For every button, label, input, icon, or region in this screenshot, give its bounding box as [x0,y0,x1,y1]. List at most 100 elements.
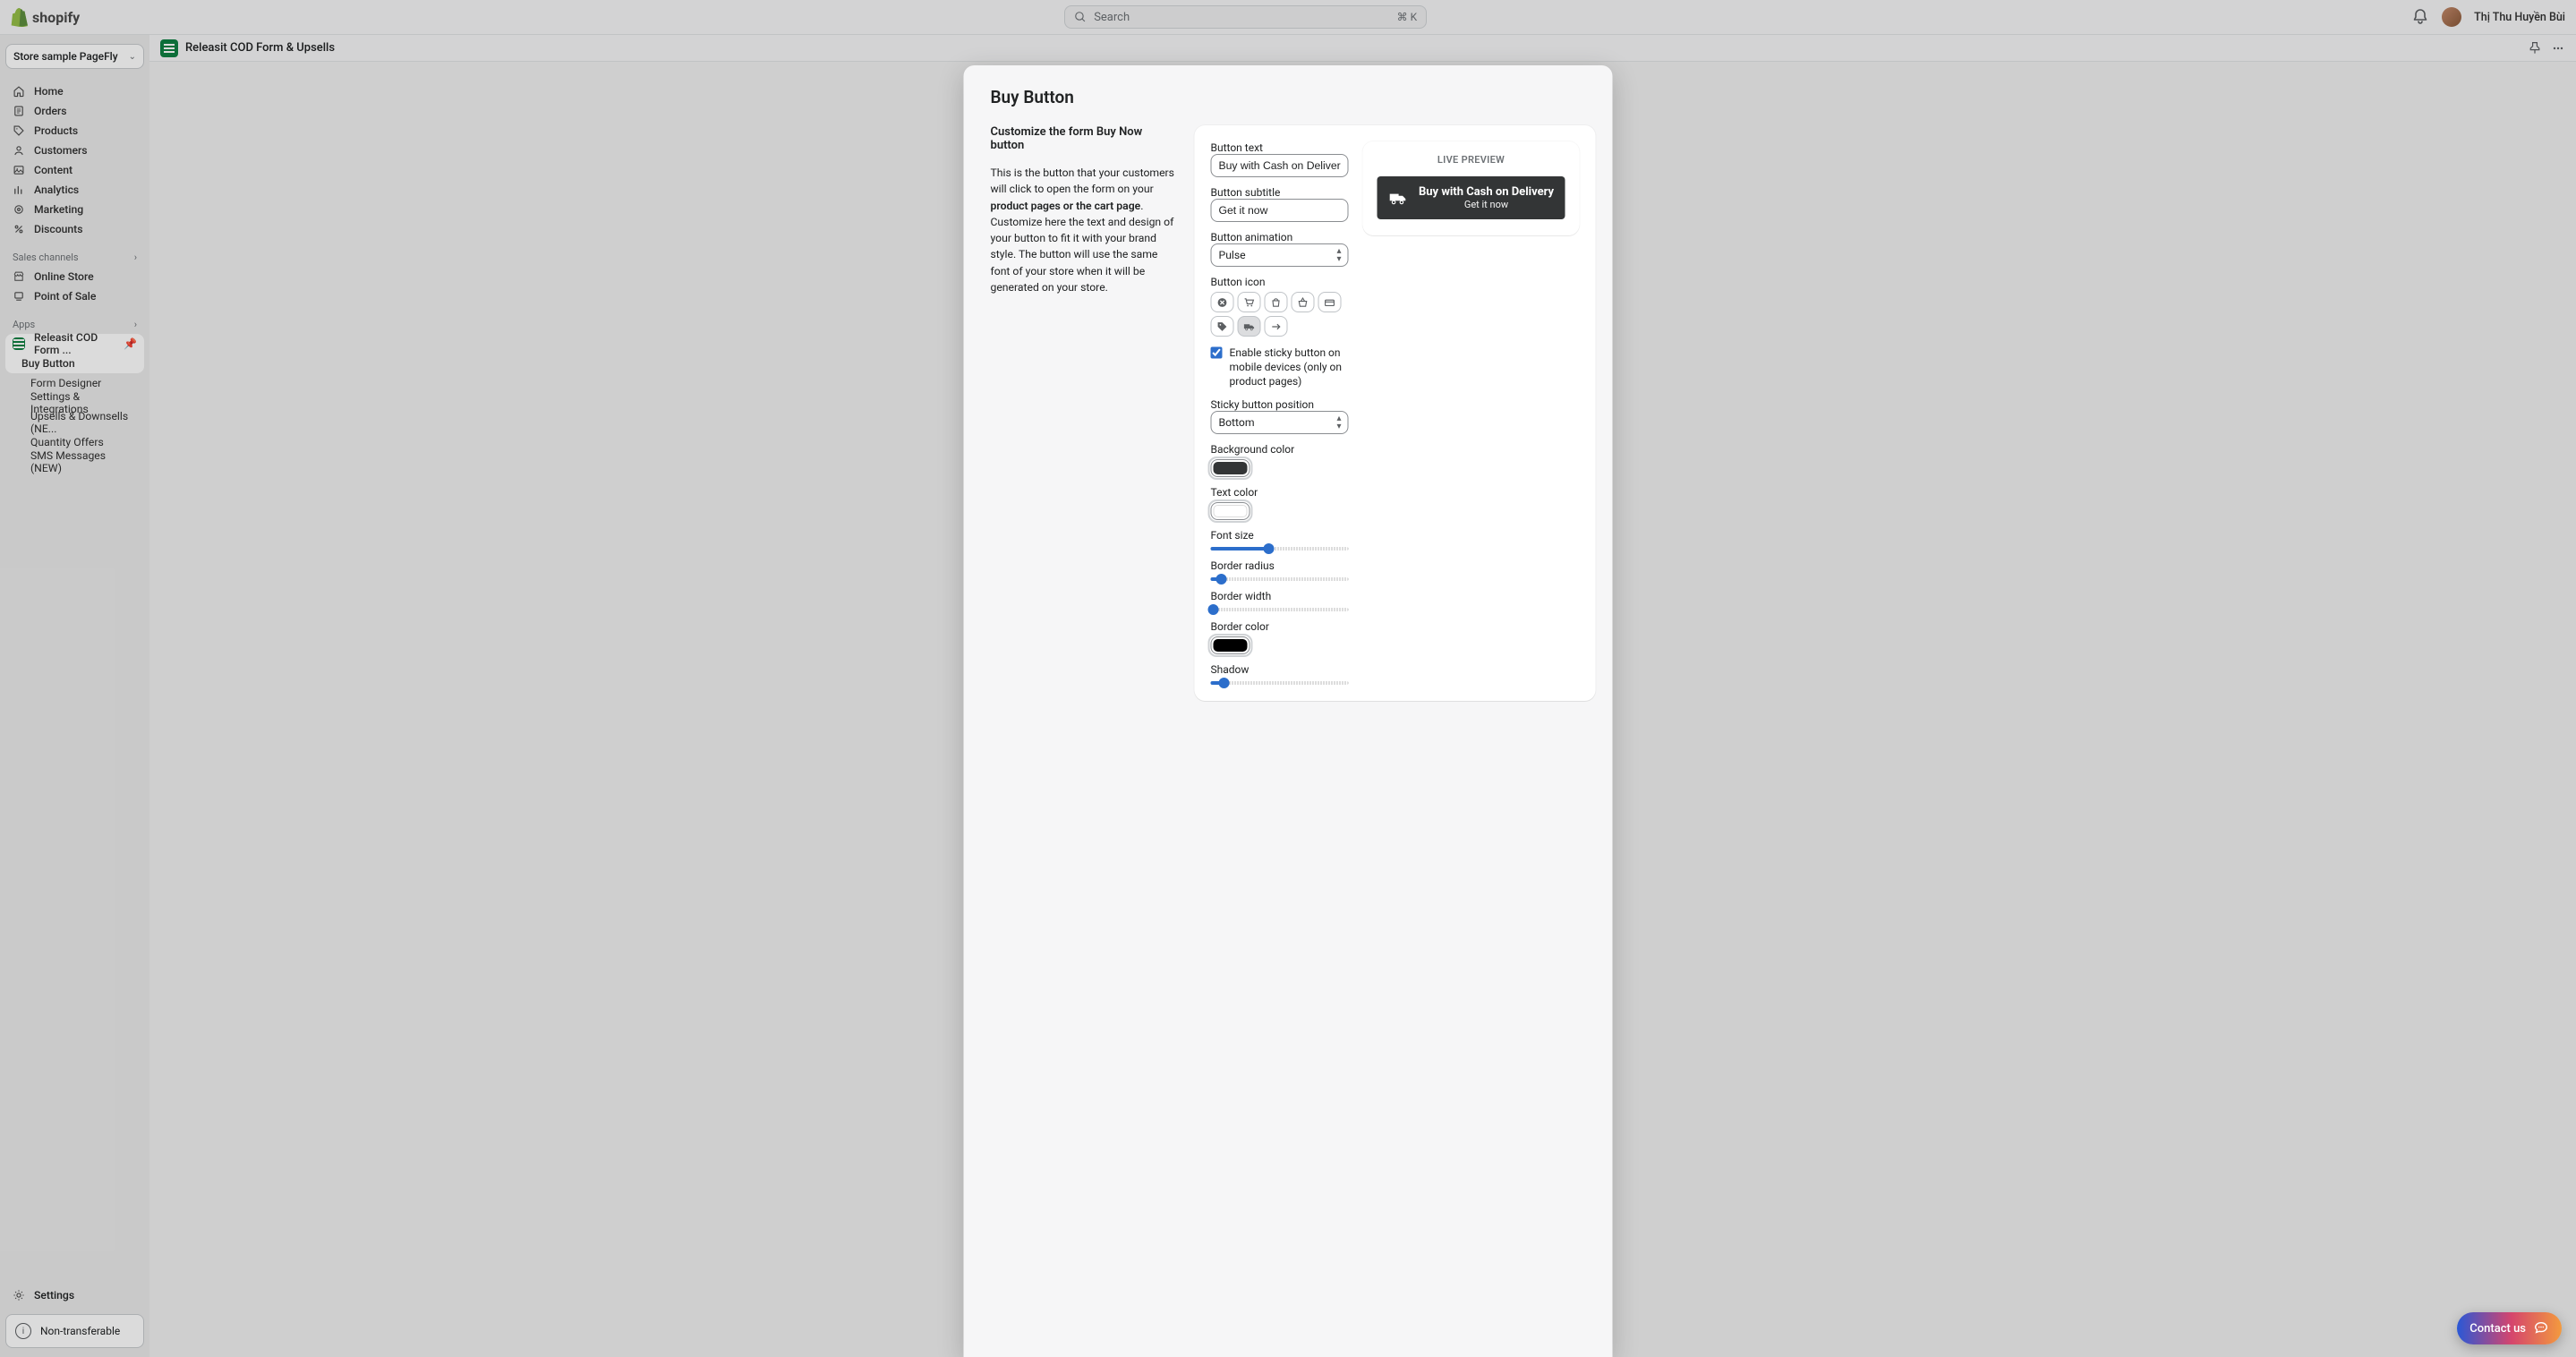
animation-select[interactable]: Pulse ▴▾ [1211,243,1349,267]
chevron-right-icon[interactable]: › [134,319,137,330]
notifications-icon[interactable] [2411,8,2429,26]
preview-line2: Get it now [1464,199,1508,210]
store-selector[interactable]: Store sample PageFly ⌄ [5,44,144,69]
button-subtitle-label: Button subtitle [1211,186,1349,199]
avatar[interactable] [2442,7,2461,27]
sticky-checkbox-label: Enable sticky button on mobile devices (… [1230,346,1349,389]
nav-content[interactable]: Content [5,160,144,180]
brand-name: shopify [32,9,80,26]
live-preview-card: LIVE PREVIEW Buy with Cash on Delivery G… [1363,141,1580,235]
border-radius-label: Border radius [1211,559,1349,572]
info-icon: i [15,1323,31,1339]
chart-icon [13,183,25,196]
modal-description: Customize the form Buy Now button This i… [991,125,1179,701]
modal-title: Buy Button [991,87,1586,107]
nav-orders[interactable]: Orders [5,101,144,121]
preview-line1: Buy with Cash on Delivery [1419,185,1554,199]
user-name[interactable]: Thị Thu Huyền Bùi [2474,11,2565,24]
search-input[interactable]: Search ⌘ K [1064,5,1427,29]
percent-icon [13,223,25,235]
nav-discounts[interactable]: Discounts [5,219,144,239]
nav-marketing[interactable]: Marketing [5,200,144,219]
font-size-slider[interactable] [1211,547,1349,550]
preview-buy-button[interactable]: Buy with Cash on Delivery Get it now [1378,176,1565,219]
text-color-swatch[interactable] [1211,502,1250,520]
apps-heading: Apps › [5,306,144,334]
top-bar: shopify Search ⌘ K Thị Thu Huyền Bùi [0,0,2576,35]
icon-option-shopping-bag[interactable] [1265,292,1288,312]
app-icon [13,337,25,350]
home-icon [13,85,25,98]
icon-option-basket[interactable] [1292,292,1315,312]
nav-online-store[interactable]: Online Store [5,267,144,286]
search-icon [1074,11,1087,23]
shadow-slider[interactable] [1211,681,1349,685]
icon-option-cart[interactable] [1238,292,1261,312]
shadow-label: Shadow [1211,663,1349,676]
search-kbd: ⌘ K [1397,11,1418,23]
app-header: Releasit COD Form & Upsells [149,35,2576,62]
animation-label: Button animation [1211,231,1349,243]
icon-option-truck[interactable] [1238,316,1261,337]
chevron-down-icon: ⌄ [129,52,136,62]
border-color-swatch[interactable] [1211,636,1250,654]
gear-icon [13,1289,25,1302]
sticky-position-select[interactable]: Bottom ▴▾ [1211,411,1349,434]
more-icon[interactable] [2551,41,2565,55]
select-caret-icon: ▴▾ [1336,414,1341,431]
border-color-label: Border color [1211,620,1349,633]
icon-label: Button icon [1211,276,1349,288]
bg-color-swatch[interactable] [1211,459,1250,477]
sticky-position-label: Sticky button position [1211,398,1349,411]
button-text-input[interactable] [1211,154,1349,177]
sidebar: Store sample PageFly ⌄ Home Orders Produ… [0,35,149,1357]
chevron-right-icon[interactable]: › [134,252,137,263]
live-preview-heading: LIVE PREVIEW [1378,154,1565,166]
nav-settings[interactable]: Settings [5,1284,144,1307]
buy-button-modal: Buy Button Customize the form Buy Now bu… [964,65,1613,1357]
pin-icon[interactable] [2528,41,2542,55]
brand-logo[interactable]: shopify [11,7,80,27]
contact-us-button[interactable]: Contact us [2457,1312,2562,1344]
nav-products[interactable]: Products [5,121,144,141]
sidebar-app-releasit[interactable]: Releasit COD Form ... 📌 [5,334,144,354]
nav-pos[interactable]: Point of Sale [5,286,144,306]
sidebar-sub-sms[interactable]: SMS Messages (NEW) [5,452,144,472]
nav-customers[interactable]: Customers [5,141,144,160]
border-width-label: Border width [1211,590,1349,602]
chat-icon [2533,1320,2549,1336]
user-icon [13,144,25,157]
icon-option-card[interactable] [1318,292,1342,312]
form-card: Button text Button subtitle Button anima… [1195,125,1596,701]
select-caret-icon: ▴▾ [1336,247,1341,263]
app-icon [160,39,178,57]
button-subtitle-input[interactable] [1211,199,1349,222]
image-icon [13,164,25,176]
orders-icon [13,105,25,117]
app-title: Releasit COD Form & Upsells [185,41,335,55]
pin-icon[interactable]: 📌 [124,337,137,350]
target-icon [13,203,25,216]
store-icon [13,270,25,283]
text-color-label: Text color [1211,486,1349,499]
nav-analytics[interactable]: Analytics [5,180,144,200]
pos-icon [13,290,25,303]
truck-icon [1388,188,1408,208]
icon-option-cancel[interactable] [1211,292,1234,312]
button-text-label: Button text [1211,141,1349,154]
bg-color-label: Background color [1211,443,1349,456]
nontransferable-banner[interactable]: i Non-transferable [5,1314,144,1348]
nav-home[interactable]: Home [5,81,144,101]
tag-icon [13,124,25,137]
border-radius-slider[interactable] [1211,577,1349,581]
sidebar-sub-buy-button[interactable]: Buy Button [5,354,144,373]
section-title: Customize the form Buy Now button [991,125,1179,152]
sales-channels-heading: Sales channels › [5,239,144,267]
icon-option-arrow-right[interactable] [1265,316,1288,337]
sidebar-sub-upsells[interactable]: Upsells & Downsells (NE... [5,413,144,432]
search-placeholder: Search [1094,11,1130,24]
icon-option-tag[interactable] [1211,316,1234,337]
sticky-checkbox[interactable] [1211,346,1223,359]
border-width-slider[interactable] [1211,608,1349,611]
font-size-label: Font size [1211,529,1349,542]
